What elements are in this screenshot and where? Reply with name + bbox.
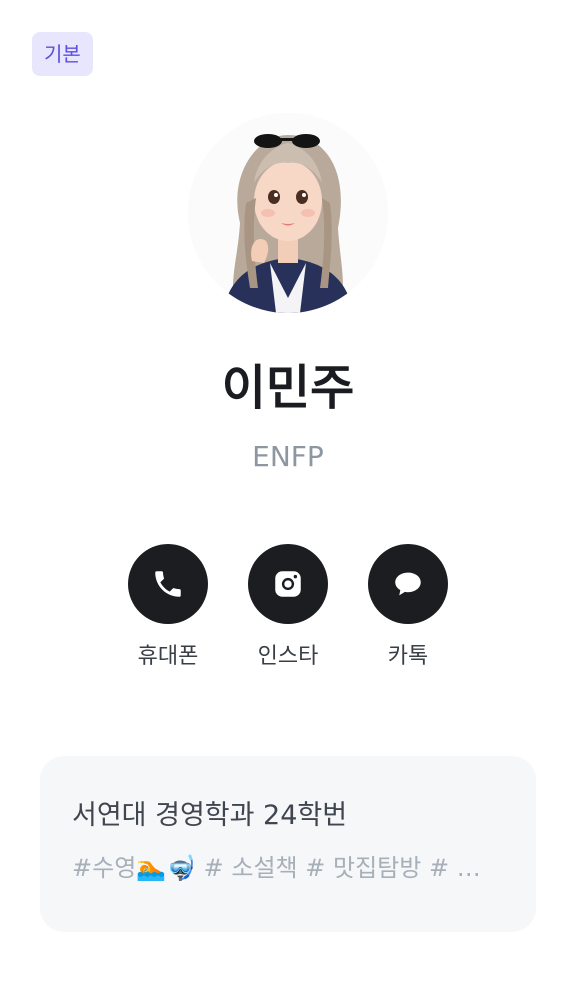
instagram-action-label: 인스타 xyxy=(257,644,319,669)
kakaotalk-action[interactable]: 카톡 xyxy=(348,544,468,672)
chat-bubble-icon xyxy=(395,572,421,596)
contact-actions: 휴대폰 인스타 카톡 xyxy=(0,544,576,684)
instagram-icon xyxy=(275,571,301,597)
avatar xyxy=(188,113,388,313)
phone-icon xyxy=(155,571,181,597)
kakaotalk-action-label: 카톡 xyxy=(387,644,429,669)
instagram-button[interactable] xyxy=(248,544,328,624)
kakaotalk-button[interactable] xyxy=(368,544,448,624)
profile-info-card: 서연대 경영학과 24학번 #수영🏊🤿 # 소설책 # 맛집탐방 # 냥... xyxy=(40,756,536,932)
avatar-illustration xyxy=(188,113,388,313)
instagram-action[interactable]: 인스타 xyxy=(228,544,348,672)
phone-action-label: 휴대폰 xyxy=(137,644,199,669)
phone-button[interactable] xyxy=(128,544,208,624)
card-hashtags: #수영🏊🤿 # 소설책 # 맛집탐방 # 냥... xyxy=(72,854,492,882)
profile-name: 이민주 xyxy=(221,360,355,416)
profile-mbti: ENFP xyxy=(252,440,324,473)
profile-type-badge: 기본 xyxy=(32,32,93,76)
card-title: 서연대 경영학과 24학번 xyxy=(72,800,348,831)
phone-action[interactable]: 휴대폰 xyxy=(108,544,228,672)
